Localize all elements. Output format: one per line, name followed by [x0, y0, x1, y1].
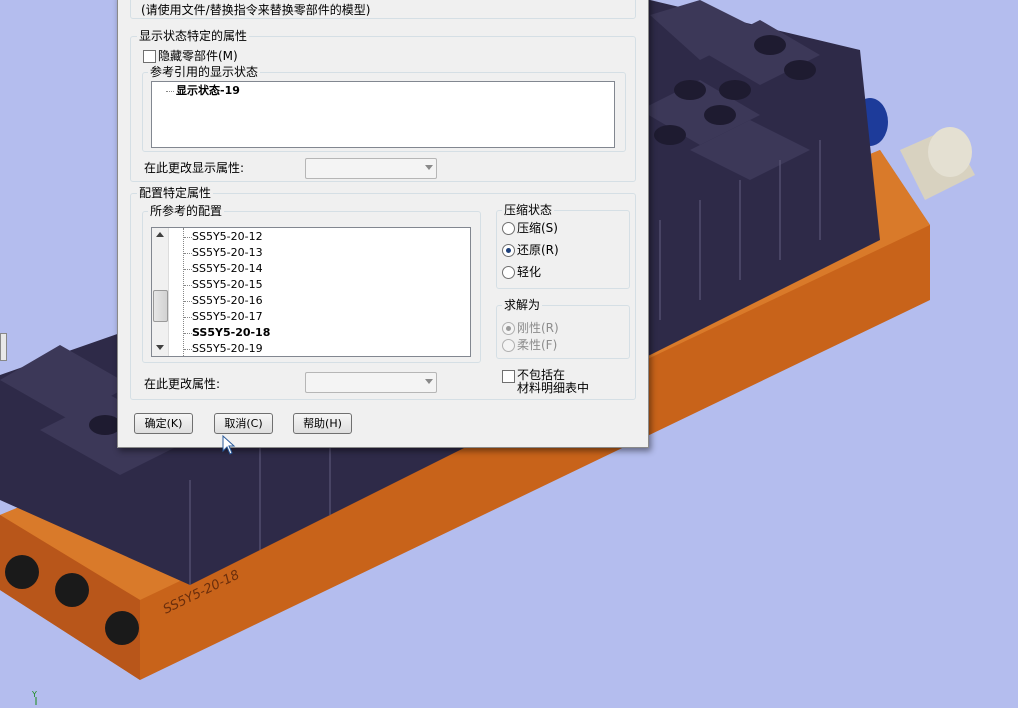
config-item[interactable]: SS5Y5-20-14 [192, 262, 263, 276]
ref-display-group-title: 参考引用的显示状态 [148, 65, 261, 79]
hide-component-checkbox[interactable] [143, 50, 156, 63]
rigid-label: 刚性(R) [517, 321, 559, 335]
config-item[interactable]: SS5Y5-20-16 [192, 294, 263, 308]
display-property-dropdown[interactable] [305, 158, 437, 179]
lightweight-radio[interactable] [502, 266, 515, 279]
config-item-selected[interactable]: SS5Y5-20-18 [192, 326, 270, 340]
port-1 [5, 555, 39, 589]
chevron-down-icon [425, 379, 433, 384]
resolve-label: 还原(R) [517, 243, 559, 257]
exclude-bom-label-2: 材料明细表中 [517, 381, 590, 395]
referenced-config-title: 所参考的配置 [148, 204, 225, 218]
suppression-group-title: 压缩状态 [502, 203, 555, 217]
config-tree-list[interactable]: SS5Y5-20-12 SS5Y5-20-13 SS5Y5-20-14 SS5Y… [151, 227, 471, 357]
exclude-bom-checkbox[interactable] [502, 370, 515, 383]
suppress-radio[interactable] [502, 222, 515, 235]
solve-as-group-title: 求解为 [502, 298, 543, 312]
help-button[interactable]: 帮助(H) [293, 413, 352, 434]
scroll-up-icon[interactable] [156, 232, 164, 237]
flexible-label: 柔性(F) [517, 338, 558, 352]
display-state-group-title: 显示状态特定的属性 [137, 29, 250, 43]
change-display-label: 在此更改显示属性: [144, 161, 245, 175]
change-property-label: 在此更改属性: [144, 377, 221, 391]
port-2 [55, 573, 89, 607]
replace-instruction: (请使用文件/替换指令来替换零部件的模型) [141, 3, 371, 17]
flexible-radio[interactable] [502, 339, 515, 352]
config-item[interactable]: SS5Y5-20-19 [192, 342, 263, 356]
scroll-thumb[interactable] [153, 290, 168, 322]
suppress-label: 压缩(S) [517, 221, 558, 235]
port-3 [105, 611, 139, 645]
rigid-radio[interactable] [502, 322, 515, 335]
component-properties-dialog: (请使用文件/替换指令来替换零部件的模型) 显示状态特定的属性 隐藏零部件(M)… [117, 0, 649, 448]
lightweight-label: 轻化 [517, 265, 542, 279]
list-scrollbar[interactable] [152, 228, 169, 356]
chevron-down-icon [425, 165, 433, 170]
config-item[interactable]: SS5Y5-20-12 [192, 230, 263, 244]
config-item[interactable]: SS5Y5-20-13 [192, 246, 263, 260]
mouse-cursor-icon [222, 435, 236, 455]
ok-button[interactable]: 确定(K) [134, 413, 193, 434]
flyout-handle[interactable] [0, 333, 7, 361]
config-group-title: 配置特定属性 [137, 186, 214, 200]
resolve-radio[interactable] [502, 244, 515, 257]
config-property-dropdown[interactable] [305, 372, 437, 393]
config-item[interactable]: SS5Y5-20-15 [192, 278, 263, 292]
config-item[interactable]: SS5Y5-20-17 [192, 310, 263, 324]
axis-y-label: Y [32, 690, 37, 699]
scroll-down-icon[interactable] [156, 345, 164, 350]
hide-component-label: 隐藏零部件(M) [158, 49, 238, 63]
cancel-button[interactable]: 取消(C) [214, 413, 273, 434]
display-state-list[interactable]: 显示状态-19 [151, 81, 615, 148]
display-state-item[interactable]: 显示状态-19 [176, 84, 240, 98]
